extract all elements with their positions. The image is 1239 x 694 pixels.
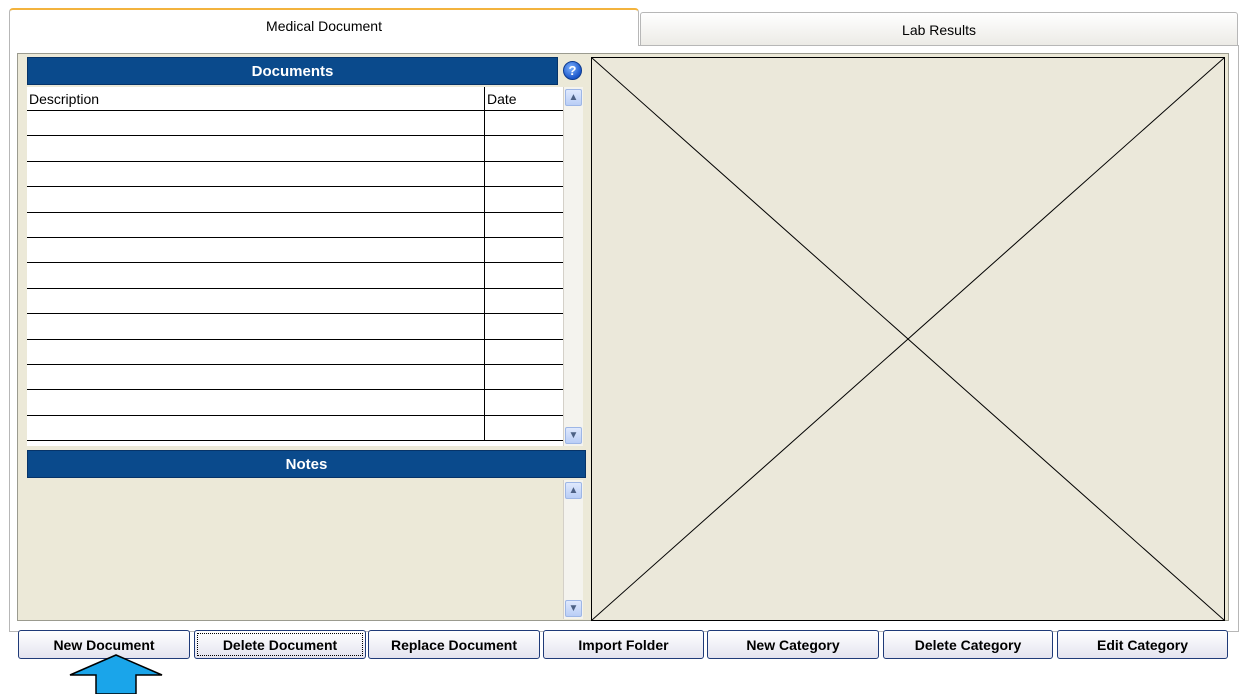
- replace-document-button[interactable]: Replace Document: [368, 630, 540, 659]
- scroll-down-icon[interactable]: ▼: [565, 427, 582, 444]
- cell-description: [27, 289, 484, 313]
- documents-list[interactable]: Description Date: [27, 87, 563, 446]
- delete-category-button[interactable]: Delete Category: [883, 630, 1053, 659]
- arrow-up-icon: [69, 654, 163, 694]
- cell-date: [484, 136, 563, 161]
- image-placeholder-icon: [592, 58, 1224, 620]
- table-row[interactable]: [27, 364, 563, 391]
- column-label: Description: [29, 90, 100, 107]
- cell-description: [27, 263, 484, 287]
- cell-date: [484, 187, 563, 212]
- cell-date: [484, 390, 563, 415]
- table-row[interactable]: [27, 339, 563, 365]
- cell-date: [484, 161, 563, 187]
- scroll-up-icon[interactable]: ▲: [565, 482, 582, 499]
- documents-rows: [27, 111, 563, 442]
- scroll-down-icon[interactable]: ▼: [565, 600, 582, 617]
- cell-date: [484, 263, 563, 288]
- tab-label: Lab Results: [902, 22, 976, 38]
- cell-date: [484, 339, 563, 364]
- table-row[interactable]: [27, 314, 563, 340]
- documents-scrollbar[interactable]: ▲ ▼: [563, 87, 583, 446]
- new-category-button[interactable]: New Category: [707, 630, 879, 659]
- cell-description: [27, 111, 484, 135]
- import-folder-button[interactable]: Import Folder: [543, 630, 704, 659]
- cell-date: [484, 364, 563, 390]
- cell-description: [27, 238, 484, 262]
- cell-description: [27, 187, 484, 211]
- table-row[interactable]: [27, 136, 563, 162]
- column-header-description[interactable]: Description: [27, 87, 484, 111]
- cell-description: [27, 162, 484, 186]
- notes-textarea[interactable]: [27, 480, 563, 619]
- documents-header: Documents: [27, 57, 558, 85]
- cell-date: [484, 314, 563, 339]
- table-row[interactable]: [27, 187, 563, 213]
- table-row[interactable]: [27, 161, 563, 188]
- notes-title: Notes: [285, 455, 328, 473]
- edit-category-button[interactable]: Edit Category: [1057, 630, 1228, 659]
- cell-description: [27, 340, 484, 364]
- table-row[interactable]: [27, 288, 563, 315]
- notes-header: Notes: [27, 450, 586, 478]
- table-row[interactable]: [27, 390, 563, 416]
- help-icon[interactable]: ?: [563, 61, 582, 80]
- scroll-up-icon[interactable]: ▲: [565, 89, 582, 106]
- cell-description: [27, 365, 484, 389]
- tab-lab-results[interactable]: Lab Results: [640, 12, 1238, 46]
- cell-date: [484, 288, 563, 314]
- cell-date: [484, 111, 563, 136]
- notes-scrollbar[interactable]: ▲ ▼: [563, 480, 583, 619]
- table-row[interactable]: [27, 111, 563, 137]
- document-preview: [591, 57, 1225, 621]
- table-row[interactable]: [27, 415, 563, 442]
- cell-date: [484, 237, 563, 263]
- cell-date: [484, 212, 563, 237]
- tab-label: Medical Document: [266, 18, 382, 34]
- table-row[interactable]: [27, 212, 563, 238]
- cell-description: [27, 136, 484, 160]
- table-row[interactable]: [27, 237, 563, 264]
- cell-description: [27, 390, 484, 414]
- cell-description: [27, 314, 484, 338]
- delete-document-button[interactable]: Delete Document: [194, 630, 366, 659]
- documents-title: Documents: [251, 62, 334, 80]
- column-label: Date: [487, 90, 517, 107]
- cell-date: [484, 415, 563, 441]
- tab-medical-document[interactable]: Medical Document: [9, 8, 639, 46]
- cell-description: [27, 416, 484, 440]
- table-row[interactable]: [27, 263, 563, 289]
- column-header-date[interactable]: Date: [484, 87, 563, 111]
- cell-description: [27, 213, 484, 237]
